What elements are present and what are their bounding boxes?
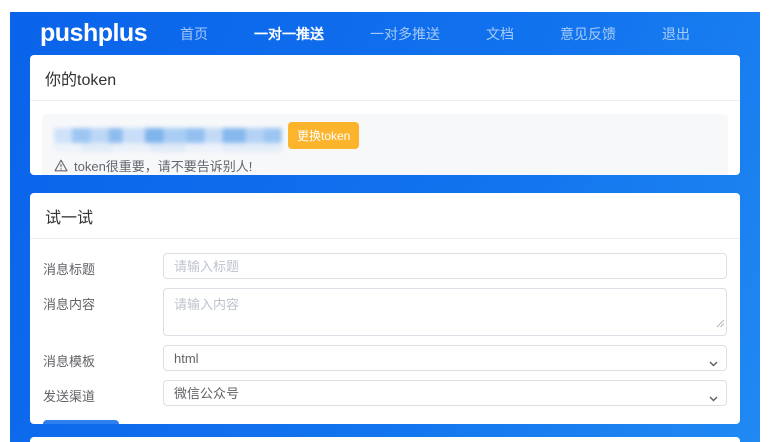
try-card-body: 消息标题 消息内容 消息模板 bbox=[30, 239, 740, 424]
send-message-button[interactable]: 发送消息 bbox=[43, 420, 119, 424]
top-navbar: pushplus 首页 一对一推送 一对多推送 文档 意见反馈 退出 bbox=[10, 12, 760, 55]
try-card-title: 试一试 bbox=[30, 193, 740, 239]
send-channel-label: 发送渠道 bbox=[30, 380, 163, 406]
next-card-partial bbox=[30, 437, 740, 442]
message-title-label: 消息标题 bbox=[30, 253, 163, 279]
form-row-title: 消息标题 bbox=[30, 253, 727, 279]
message-template-select[interactable]: html bbox=[163, 345, 727, 371]
try-card: 试一试 消息标题 消息内容 bbox=[30, 193, 740, 424]
token-warning: token很重要，请不要告诉别人! bbox=[54, 156, 716, 175]
token-card: 你的token 更换token token很重要，请不要告诉别人! bbox=[30, 55, 740, 175]
change-token-button[interactable]: 更换token bbox=[288, 122, 359, 149]
form-row-channel: 发送渠道 微信公众号 bbox=[30, 380, 727, 406]
form-row-template: 消息模板 html bbox=[30, 345, 727, 371]
main-nav: 首页 一对一推送 一对多推送 文档 意见反馈 退出 bbox=[180, 24, 690, 44]
page-background: pushplus 首页 一对一推送 一对多推送 文档 意见反馈 退出 你的tok… bbox=[10, 12, 760, 442]
form-row-content: 消息内容 bbox=[30, 288, 727, 336]
nav-item-docs[interactable]: 文档 bbox=[486, 24, 514, 44]
token-card-title: 你的token bbox=[30, 55, 740, 101]
nav-item-one-to-many[interactable]: 一对多推送 bbox=[370, 24, 440, 44]
brand-logo[interactable]: pushplus bbox=[40, 19, 147, 48]
warning-icon bbox=[54, 159, 68, 172]
token-value-redacted bbox=[54, 128, 282, 143]
section-gap bbox=[10, 175, 760, 193]
token-card-body: 更换token token很重要，请不要告诉别人! bbox=[30, 101, 740, 175]
nav-item-one-to-one[interactable]: 一对一推送 bbox=[254, 24, 324, 44]
nav-item-home[interactable]: 首页 bbox=[180, 24, 208, 44]
nav-item-logout[interactable]: 退出 bbox=[662, 24, 690, 44]
nav-item-feedback[interactable]: 意见反馈 bbox=[560, 24, 616, 44]
token-box: 更换token token很重要，请不要告诉别人! bbox=[42, 114, 728, 175]
message-template-label: 消息模板 bbox=[30, 345, 163, 371]
message-content-textarea[interactable] bbox=[163, 288, 727, 336]
message-title-input[interactable] bbox=[163, 253, 727, 279]
token-warning-text: token很重要，请不要告诉别人! bbox=[74, 156, 252, 175]
send-channel-select[interactable]: 微信公众号 bbox=[163, 380, 727, 406]
message-content-label: 消息内容 bbox=[30, 288, 163, 336]
token-row: 更换token bbox=[54, 123, 716, 147]
